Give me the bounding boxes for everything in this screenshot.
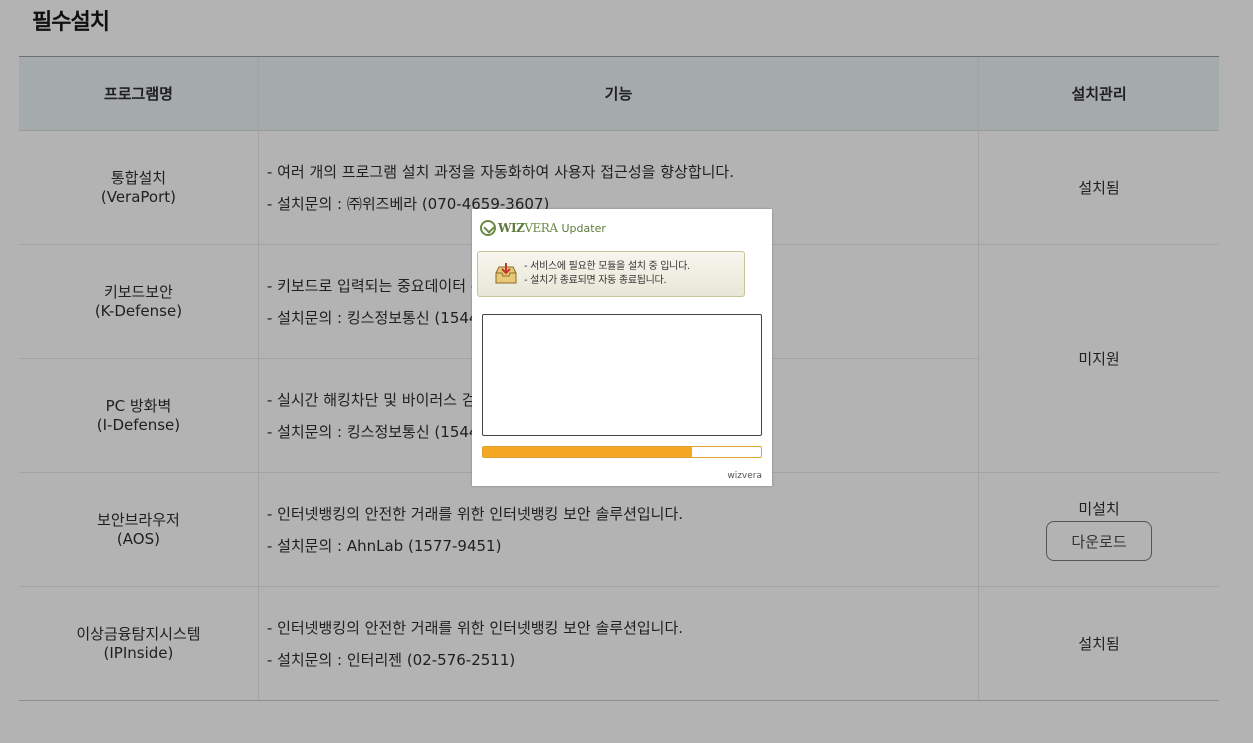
status-message-box: - 서비스에 필요한 모듈을 설치 중 입니다. - 설치가 종료되면 자동 종… (477, 251, 745, 297)
program-name: 통합설치 (110, 168, 167, 187)
message-line: - 서비스에 필요한 모듈을 설치 중 입니다. (524, 261, 690, 272)
program-name-cell: 통합설치 (VeraPort) (19, 130, 259, 245)
wizvera-logo: WIZVERA (498, 221, 558, 235)
program-name-cell: 보안브라우저 (AOS) (19, 472, 259, 587)
updater-header: WIZVERA Updater (480, 219, 606, 237)
program-name-en: (AOS) (116, 529, 160, 548)
install-log-area[interactable] (482, 314, 762, 436)
wizvera-logo-icon (480, 220, 496, 236)
status-cell: 설치됨 (978, 586, 1219, 701)
page-title: 필수설치 (32, 10, 110, 35)
program-name-cell: 이상금융탐지시스템 (IPInside) (19, 586, 259, 701)
function-cell: - 인터넷뱅킹의 안전한 거래를 위한 인터넷뱅킹 보안 솔루션입니다. - 설… (257, 472, 979, 587)
header-install-management: 설치관리 (978, 56, 1219, 131)
install-box-icon (494, 263, 518, 285)
program-name: 이상금융탐지시스템 (76, 624, 201, 643)
program-name-en: (I-Defense) (96, 415, 181, 434)
updater-dialog: WIZVERA Updater - 서비스에 필요한 모듈을 설치 중 입니다.… (472, 209, 772, 486)
program-name: PC 방화벽 (105, 396, 172, 415)
function-description: - 인터넷뱅킹의 안전한 거래를 위한 인터넷뱅킹 보안 솔루션입니다. (266, 618, 684, 637)
status-cell: 미지원 (978, 244, 1219, 473)
status-cell: 미설치 다운로드 (978, 472, 1219, 587)
function-description: - 여러 개의 프로그램 설치 과정을 자동화하여 사용자 접근성을 향상합니다… (266, 162, 734, 181)
status-text: 미지원 (1078, 350, 1120, 368)
logo-light-text: VERA (524, 221, 558, 235)
header-function: 기능 (257, 56, 979, 131)
function-description: - 인터넷뱅킹의 안전한 거래를 위한 인터넷뱅킹 보안 솔루션입니다. (266, 504, 684, 523)
updater-footer-brand: wizvera (727, 471, 762, 481)
updater-title: Updater (561, 221, 606, 235)
status-cell: 설치됨 (978, 130, 1219, 245)
table-header-row: 프로그램명 기능 설치관리 (19, 56, 1219, 131)
program-name-en: (K-Defense) (94, 301, 183, 320)
program-name: 보안브라우저 (97, 510, 180, 529)
status-text: 설치됨 (1078, 179, 1120, 197)
status-message: - 서비스에 필요한 모듈을 설치 중 입니다. - 설치가 종료되면 자동 종… (524, 260, 690, 288)
program-name: 키보드보안 (103, 282, 173, 301)
progress-fill (483, 447, 692, 457)
program-name-en: (VeraPort) (100, 187, 176, 206)
message-line: - 설치가 종료되면 자동 종료됩니다. (524, 275, 667, 286)
install-contact: - 설치문의 : 인터리젠 (02-576-2511) (266, 650, 516, 669)
logo-bold-text: WIZ (498, 221, 525, 235)
program-name-en: (IPInside) (103, 643, 174, 662)
status-text: 설치됨 (1078, 635, 1120, 653)
install-progress-bar (482, 446, 762, 458)
status-text: 미설치 (1078, 500, 1120, 518)
table-row: 이상금융탐지시스템 (IPInside) - 인터넷뱅킹의 안전한 거래를 위한… (19, 586, 1219, 701)
install-contact: - 설치문의 : AhnLab (1577-9451) (266, 536, 502, 555)
function-cell: - 인터넷뱅킹의 안전한 거래를 위한 인터넷뱅킹 보안 솔루션입니다. - 설… (257, 586, 979, 701)
header-program-name: 프로그램명 (19, 56, 259, 131)
program-name-cell: PC 방화벽 (I-Defense) (19, 358, 259, 473)
download-button[interactable]: 다운로드 (1046, 521, 1153, 561)
table-row: 보안브라우저 (AOS) - 인터넷뱅킹의 안전한 거래를 위한 인터넷뱅킹 보… (19, 472, 1219, 587)
program-name-cell: 키보드보안 (K-Defense) (19, 244, 259, 359)
